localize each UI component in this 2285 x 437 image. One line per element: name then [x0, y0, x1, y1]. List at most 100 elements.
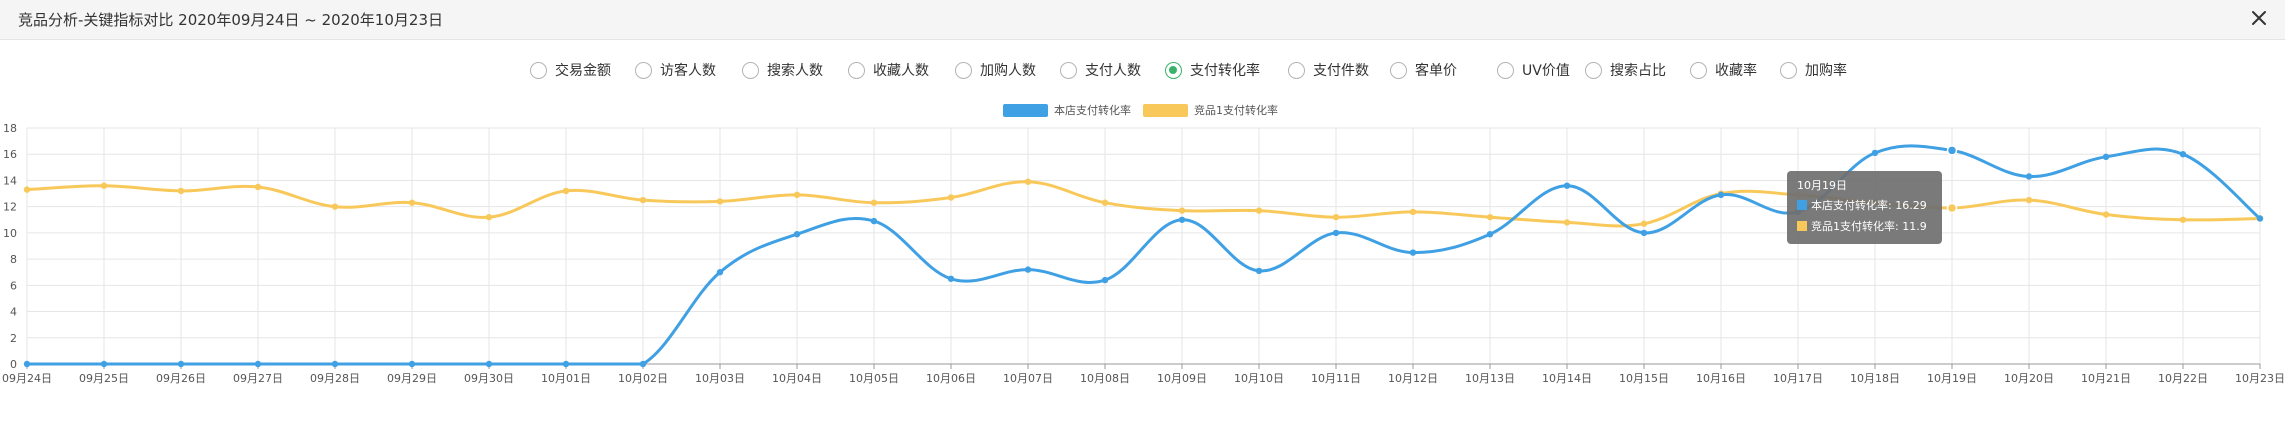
metric-radio-10[interactable]: 搜索占比: [1585, 54, 1666, 86]
metric-radio-label: 访客人数: [660, 63, 716, 79]
y-tick-label: 0: [10, 358, 17, 371]
radio-unchecked-icon: [742, 61, 759, 79]
x-tick-label: 10月15日: [1619, 372, 1669, 385]
x-tick-label: 10月10日: [1234, 372, 1284, 385]
radio-unchecked-icon: [1780, 61, 1797, 79]
data-point: [870, 199, 878, 206]
data-point: [1563, 182, 1571, 189]
y-tick-label: 18: [3, 122, 17, 135]
x-tick-label: 10月07日: [1003, 372, 1053, 385]
data-point: [100, 360, 108, 368]
x-tick-label: 10月04日: [772, 372, 822, 385]
metric-radio-7[interactable]: 支付件数: [1288, 54, 1369, 86]
metric-radio-3[interactable]: 收藏人数: [848, 54, 929, 86]
data-point: [793, 231, 801, 238]
x-tick-label: 10月05日: [849, 372, 899, 385]
y-tick-label: 14: [3, 174, 17, 187]
data-point: [1178, 216, 1186, 223]
metric-radio-2[interactable]: 搜索人数: [742, 54, 823, 86]
legend-label: 本店支付转化率: [1054, 103, 1131, 117]
data-point: [947, 275, 955, 282]
tooltip-swatch: [1797, 200, 1807, 210]
x-tick-label: 09月28日: [310, 372, 360, 385]
x-tick-label: 10月06日: [926, 372, 976, 385]
data-point: [23, 360, 31, 368]
metric-radio-label: 客单价: [1415, 63, 1457, 79]
legend-swatch: [1003, 104, 1048, 117]
x-tick-label: 10月17日: [1773, 372, 1823, 385]
data-point: [2256, 215, 2264, 222]
data-point: [1871, 149, 1879, 157]
metric-radio-4[interactable]: 加购人数: [955, 54, 1036, 86]
data-point: [2102, 153, 2110, 161]
metric-radio-6[interactable]: 支付转化率: [1165, 54, 1260, 86]
x-tick-label: 09月27日: [233, 372, 283, 385]
data-point: [1640, 229, 1648, 237]
x-tick-label: 10月16日: [1696, 372, 1746, 385]
x-tick-label: 10月12日: [1388, 372, 1438, 385]
data-point: [485, 213, 493, 221]
legend-label: 竞品1支付转化率: [1194, 103, 1278, 117]
x-tick-label: 09月30日: [464, 372, 514, 385]
data-point: [562, 360, 570, 368]
x-tick-label: 09月25日: [79, 372, 129, 385]
close-icon[interactable]: [2247, 6, 2271, 30]
data-point: [1717, 191, 1725, 199]
data-point: [177, 187, 185, 195]
data-point: [947, 194, 955, 201]
radio-unchecked-icon: [635, 61, 652, 79]
legend-swatch: [1143, 104, 1188, 117]
metric-radio-label: 交易金额: [555, 63, 611, 79]
metric-radio-0[interactable]: 交易金额: [530, 54, 611, 86]
data-point: [2102, 211, 2110, 218]
data-point: [716, 269, 724, 276]
radio-unchecked-icon: [1288, 61, 1305, 79]
x-tick-label: 10月20日: [2004, 372, 2054, 385]
data-point: [1640, 220, 1648, 227]
data-point: [331, 360, 339, 368]
metric-radio-8[interactable]: 客单价: [1390, 54, 1457, 86]
data-point: [254, 183, 262, 191]
metric-radio-label: 收藏人数: [873, 63, 929, 79]
metric-radio-label: 支付转化率: [1190, 63, 1260, 79]
x-tick-label: 10月08日: [1080, 372, 1130, 385]
metric-radio-1[interactable]: 访客人数: [635, 54, 716, 86]
data-point: [331, 203, 339, 210]
x-tick-label: 10月02日: [618, 372, 668, 385]
y-tick-label: 2: [10, 332, 17, 345]
data-point: [870, 217, 878, 225]
data-point: [2179, 216, 2187, 223]
metric-radio-11[interactable]: 收藏率: [1690, 54, 1757, 86]
y-tick-label: 10: [3, 227, 17, 240]
data-point: [2025, 173, 2033, 180]
metric-selector: 交易金额 访客人数 搜索人数 收藏人数 加购人数 支付人数 支付转化率 支付件数 客单价 UV价值…: [0, 54, 2285, 86]
metric-radio-9[interactable]: UV价值: [1497, 54, 1570, 86]
window-title: 竞品分析-关键指标对比 2020年09月24日 ~ 2020年10月23日: [18, 11, 443, 29]
metric-radio-label: 加购人数: [980, 63, 1036, 79]
metric-radio-5[interactable]: 支付人数: [1060, 54, 1141, 86]
x-tick-label: 10月01日: [541, 372, 591, 385]
data-point: [1486, 213, 1494, 221]
y-tick-label: 4: [10, 306, 17, 319]
tooltip-row: 本店支付转化率: 16.29: [1811, 198, 1927, 212]
data-point: [1024, 178, 1032, 185]
y-tick-label: 12: [3, 201, 17, 214]
radio-unchecked-icon: [848, 61, 865, 79]
metric-radio-12[interactable]: 加购率: [1780, 54, 1847, 86]
data-point: [100, 182, 108, 189]
radio-unchecked-icon: [1585, 61, 1602, 79]
data-point: [1332, 213, 1340, 221]
data-point: [793, 191, 801, 199]
metric-radio-label: 搜索人数: [767, 63, 823, 79]
radio-unchecked-icon: [1497, 61, 1514, 79]
data-point: [639, 360, 647, 368]
data-point: [1409, 208, 1417, 216]
data-point: [177, 360, 185, 368]
data-point: [2025, 196, 2033, 204]
x-tick-label: 10月18日: [1850, 372, 1900, 385]
data-point: [1409, 249, 1417, 256]
x-tick-label: 10月09日: [1157, 372, 1207, 385]
data-point: [1101, 276, 1109, 284]
tooltip-swatch: [1797, 221, 1807, 231]
x-tick-label: 10月22日: [2158, 372, 2208, 385]
